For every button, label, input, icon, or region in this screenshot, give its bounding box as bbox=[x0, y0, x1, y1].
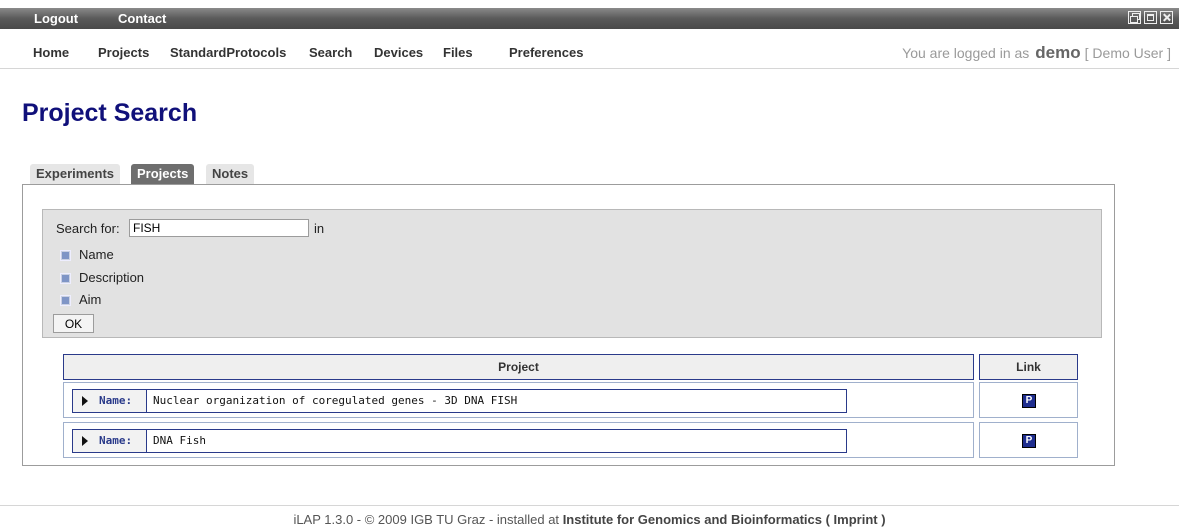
expand-arrow-icon bbox=[82, 396, 88, 406]
footer: iLAP 1.3.0 - © 2009 IGB TU Graz - instal… bbox=[0, 505, 1179, 527]
login-prefix: You are logged in as bbox=[902, 45, 1030, 61]
restore-icon[interactable] bbox=[1128, 11, 1141, 24]
nav-devices[interactable]: Devices bbox=[374, 45, 423, 60]
name-expander[interactable]: Name: bbox=[73, 390, 147, 412]
nav-preferences[interactable]: Preferences bbox=[509, 45, 583, 60]
user-fullname: [ Demo User ] bbox=[1084, 45, 1171, 61]
project-name-value: Nuclear organization of coregulated gene… bbox=[153, 394, 518, 407]
top-bar: Logout Contact bbox=[0, 8, 1179, 29]
description-checkbox[interactable] bbox=[61, 274, 70, 283]
close-icon[interactable] bbox=[1160, 11, 1173, 24]
project-name-value: DNA Fish bbox=[153, 434, 206, 447]
name-label: Name: bbox=[99, 394, 133, 407]
project-name-field: Name: Nuclear organization of coregulate… bbox=[72, 389, 847, 413]
link-column-header: Link bbox=[979, 354, 1078, 380]
nav-standard-protocols[interactable]: StandardProtocols bbox=[170, 45, 286, 60]
login-status: You are logged in as demo[ Demo User ] bbox=[902, 43, 1171, 63]
nav-home[interactable]: Home bbox=[33, 45, 69, 60]
expand-arrow-icon bbox=[82, 436, 88, 446]
name-label: Name: bbox=[99, 434, 133, 447]
institute-link[interactable]: Institute for Genomics and Bioinformatic… bbox=[563, 512, 886, 527]
search-input[interactable] bbox=[129, 219, 309, 237]
footer-text: iLAP 1.3.0 - © 2009 IGB TU Graz - instal… bbox=[293, 512, 560, 527]
search-in-label: in bbox=[314, 221, 325, 236]
nav-search[interactable]: Search bbox=[309, 45, 352, 60]
name-checkbox[interactable] bbox=[61, 251, 70, 260]
project-name-field: Name: DNA Fish bbox=[72, 429, 847, 453]
username: demo bbox=[1035, 43, 1081, 62]
nav-projects[interactable]: Projects bbox=[98, 45, 149, 60]
page-title: Project Search bbox=[22, 99, 198, 127]
project-link-icon[interactable]: P bbox=[1022, 394, 1036, 408]
name-expander[interactable]: Name: bbox=[73, 430, 147, 452]
aim-checkbox-label: Aim bbox=[79, 292, 102, 307]
project-column-header: Project bbox=[63, 354, 974, 380]
project-link-icon[interactable]: P bbox=[1022, 434, 1036, 448]
tab-projects[interactable]: Projects bbox=[131, 164, 195, 184]
aim-checkbox[interactable] bbox=[61, 296, 70, 305]
name-checkbox-label: Name bbox=[79, 247, 114, 262]
description-checkbox-label: Description bbox=[79, 270, 145, 285]
tab-notes[interactable]: Notes bbox=[206, 164, 255, 184]
nav-files[interactable]: Files bbox=[443, 45, 473, 60]
ok-button[interactable]: OK bbox=[53, 314, 94, 333]
tab-experiments[interactable]: Experiments bbox=[30, 164, 121, 184]
maximize-icon[interactable] bbox=[1144, 11, 1157, 24]
search-label: Search for: bbox=[56, 221, 120, 236]
main-nav: Home Projects StandardProtocols Search D… bbox=[0, 30, 1179, 69]
logout-link[interactable]: Logout bbox=[34, 11, 78, 26]
contact-link[interactable]: Contact bbox=[118, 11, 166, 26]
window-controls bbox=[1128, 11, 1173, 24]
